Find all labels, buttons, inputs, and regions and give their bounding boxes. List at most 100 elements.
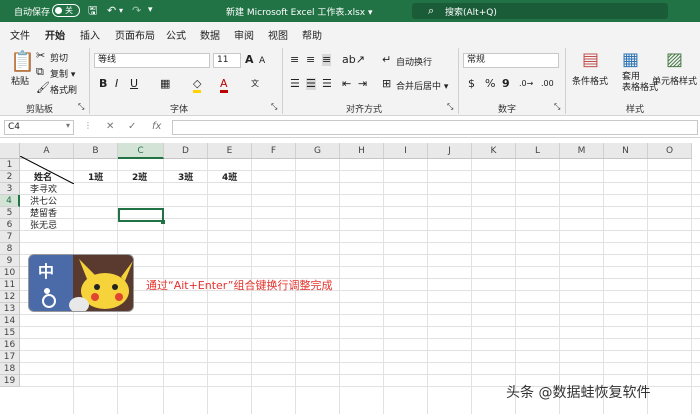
confirm-icon[interactable]: ✓ — [128, 121, 136, 132]
borders-icon[interactable]: ▦ — [160, 78, 170, 90]
autosave-toggle[interactable]: 关 — [52, 4, 80, 17]
row-header-17[interactable]: 17 — [0, 351, 20, 363]
column-header-d[interactable]: D — [164, 143, 208, 159]
alignment-launcher-icon[interactable]: ⤡ — [447, 101, 453, 113]
cell-d1[interactable]: 3班 — [178, 172, 193, 184]
number-format-select[interactable]: 常规 — [463, 53, 559, 68]
conditional-format-button[interactable]: 条件格式 — [572, 74, 608, 87]
column-header-g[interactable]: G — [296, 143, 340, 159]
font-name-select[interactable]: 等线 — [94, 53, 210, 68]
align-bottom-icon[interactable]: ≡ — [322, 54, 332, 66]
undo-icon[interactable]: ↶ — [107, 3, 116, 18]
tab-formulas[interactable]: 公式 — [166, 27, 186, 42]
column-header-k[interactable]: K — [472, 143, 516, 159]
format-painter-icon[interactable]: 🖌 — [36, 82, 50, 94]
row-header-2[interactable]: 2 — [0, 171, 20, 183]
bold-icon[interactable]: B — [99, 78, 107, 90]
cell-a2[interactable]: 李寻欢 — [30, 184, 57, 196]
row-header-12[interactable]: 12 — [0, 291, 20, 303]
name-box[interactable]: C4 — [4, 120, 74, 135]
column-header-j[interactable]: J — [428, 143, 472, 159]
tab-file[interactable]: 文件 — [10, 27, 30, 42]
phonetic-icon[interactable]: 文 — [251, 78, 259, 90]
column-header-c[interactable]: C — [118, 143, 164, 159]
row-header-8[interactable]: 8 — [0, 243, 20, 255]
cell-styles-button[interactable]: 单元格样式 — [652, 74, 697, 87]
undo-dropdown-icon[interactable]: ▾ — [119, 3, 123, 18]
decrease-font-icon[interactable]: A — [259, 55, 265, 67]
row-header-16[interactable]: 16 — [0, 339, 20, 351]
percent-icon[interactable]: % — [485, 78, 495, 90]
cut-icon[interactable]: ✂ — [36, 50, 45, 62]
row-header-15[interactable]: 15 — [0, 327, 20, 339]
fill-handle[interactable] — [161, 220, 165, 224]
table-format-icon[interactable]: ▦ — [622, 50, 639, 70]
font-launcher-icon[interactable]: ⤡ — [271, 101, 277, 113]
search-box[interactable]: ⌕ 搜索(Alt+Q) — [412, 3, 668, 19]
number-launcher-icon[interactable]: ⤡ — [554, 101, 560, 113]
row-header-14[interactable]: 14 — [0, 315, 20, 327]
row-header-18[interactable]: 18 — [0, 363, 20, 375]
tab-data[interactable]: 数据 — [200, 27, 220, 42]
row-header-1[interactable]: 1 — [0, 159, 20, 171]
column-header-o[interactable]: O — [648, 143, 692, 159]
column-header-b[interactable]: B — [74, 143, 118, 159]
cancel-icon[interactable]: ✕ — [106, 121, 114, 132]
increase-indent-icon[interactable]: ⇥ — [358, 78, 367, 90]
align-middle-icon[interactable]: ≡ — [306, 54, 315, 66]
italic-icon[interactable]: I — [115, 78, 118, 90]
column-header-f[interactable]: F — [252, 143, 296, 159]
cell-a4[interactable]: 楚留香 — [30, 208, 57, 220]
embedded-picture[interactable]: 中 — [28, 254, 134, 312]
document-title[interactable]: 新建 Microsoft Excel 工作表.xlsx ▾ — [226, 5, 372, 18]
column-header-i[interactable]: I — [384, 143, 428, 159]
row-header-9[interactable]: 9 — [0, 255, 20, 267]
row-header-3[interactable]: 3 — [0, 183, 20, 195]
cell-styles-icon[interactable]: ▨ — [666, 50, 683, 70]
formula-input[interactable] — [172, 120, 698, 135]
increase-font-icon[interactable]: A — [245, 54, 254, 66]
conditional-format-icon[interactable]: ▤ — [582, 50, 599, 70]
customize-qat-icon[interactable]: ▾ — [148, 3, 153, 18]
column-header-m[interactable]: M — [560, 143, 604, 159]
decrease-decimal-icon[interactable]: .00 — [541, 78, 554, 90]
tab-view[interactable]: 视图 — [268, 27, 288, 42]
tab-insert[interactable]: 插入 — [80, 27, 100, 42]
orientation-icon[interactable]: ab↗ — [342, 54, 365, 66]
row-header-10[interactable]: 10 — [0, 267, 20, 279]
font-size-select[interactable]: 11 — [213, 53, 241, 68]
select-all-corner[interactable] — [0, 143, 20, 159]
wrap-text-button[interactable]: 自动换行 — [396, 55, 432, 68]
increase-decimal-icon[interactable]: .0→ — [519, 78, 533, 90]
decrease-indent-icon[interactable]: ⇤ — [342, 78, 351, 90]
insert-function-icon[interactable]: fx — [152, 121, 161, 132]
underline-icon[interactable]: U — [130, 78, 138, 90]
save-icon[interactable]: 🖫 — [88, 3, 97, 18]
selected-cell-outline[interactable] — [118, 208, 164, 222]
more-options-icon[interactable]: ⋮ — [84, 121, 92, 130]
cell-c1[interactable]: 2班 — [132, 172, 147, 184]
cell-a5[interactable]: 张无忌 — [30, 220, 57, 232]
row-header-19[interactable]: 19 — [0, 375, 20, 387]
align-center-icon[interactable]: ☰ — [306, 78, 316, 90]
paste-icon[interactable]: 📋 — [10, 50, 35, 72]
redo-icon[interactable]: ↷ — [132, 3, 141, 18]
row-header-11[interactable]: 11 — [0, 279, 20, 291]
comma-style-icon[interactable]: 9 — [502, 78, 510, 90]
tab-review[interactable]: 审阅 — [234, 27, 254, 42]
row-header-13[interactable]: 13 — [0, 303, 20, 315]
row-header-5[interactable]: 5 — [0, 207, 20, 219]
accounting-icon[interactable]: $ — [468, 78, 475, 90]
format-painter-button[interactable]: 格式刷 — [50, 83, 77, 96]
name-box-dropdown-icon[interactable]: ▾ — [66, 121, 70, 130]
merge-center-icon[interactable]: ⊞ — [382, 78, 391, 90]
column-header-h[interactable]: H — [340, 143, 384, 159]
row-header-6[interactable]: 6 — [0, 219, 20, 231]
tab-help[interactable]: 帮助 — [302, 27, 322, 42]
cut-button[interactable]: 剪切 — [50, 51, 68, 64]
row-header-4[interactable]: 4 — [0, 195, 20, 207]
cell-a3[interactable]: 洪七公 — [30, 196, 57, 208]
align-left-icon[interactable]: ☰ — [290, 78, 300, 90]
merge-center-button[interactable]: 合并后居中 ▾ — [396, 79, 448, 92]
cell-e1[interactable]: 4班 — [222, 172, 237, 184]
